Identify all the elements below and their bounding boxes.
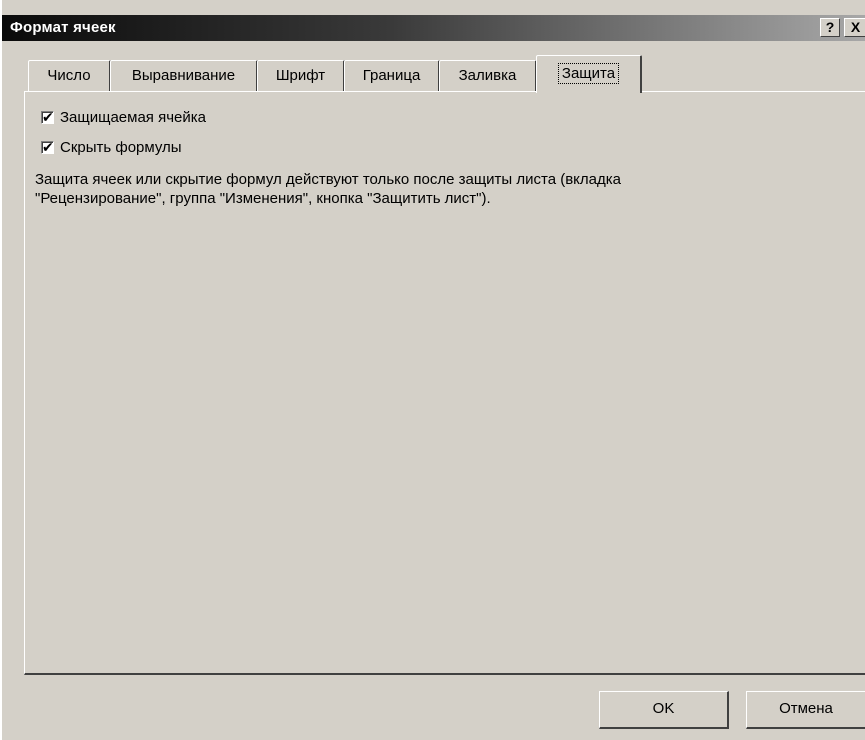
locked-checkbox-label: Защищаемая ячейка [60,109,206,126]
info-line-1: Защита ячеек или скрытие формул действую… [35,171,621,188]
info-line-2: "Рецензирование", группа "Изменения", кн… [35,190,491,207]
checkmark-icon: ✔ [42,109,54,125]
hidden-checkbox[interactable]: ✔ [41,139,54,155]
hidden-checkbox-row[interactable]: ✔ Скрыть формулы [41,139,182,156]
tab-border[interactable]: Граница [344,60,440,92]
hidden-checkbox-label: Скрыть формулы [60,139,182,156]
cancel-button[interactable]: Отмена [746,691,865,729]
close-button[interactable]: X [844,18,865,37]
tab-font[interactable]: Шрифт [257,60,345,92]
title-bar[interactable]: Формат ячеек ? X [2,15,865,41]
tab-fill[interactable]: Заливка [439,60,537,92]
locked-checkbox-row[interactable]: ✔ Защищаемая ячейка [41,109,206,126]
locked-checkbox[interactable]: ✔ [41,109,54,125]
tab-protection-label: Защита [557,63,620,84]
tab-alignment[interactable]: Выравнивание [110,60,258,92]
dialog-title: Формат ячеек [10,19,116,36]
tab-protection[interactable]: Защита [536,55,642,93]
checkmark-icon: ✔ [42,139,54,155]
protection-panel: ✔ Защищаемая ячейка ✔ Скрыть формулы Защ… [24,91,865,675]
format-cells-dialog: Формат ячеек ? X Число Выравнивание Шриф… [0,0,865,740]
ok-button[interactable]: OK [599,691,729,729]
help-button[interactable]: ? [820,18,840,37]
protection-info-text: Защита ячеек или скрытие формул действую… [35,170,795,208]
tab-number[interactable]: Число [28,60,111,92]
